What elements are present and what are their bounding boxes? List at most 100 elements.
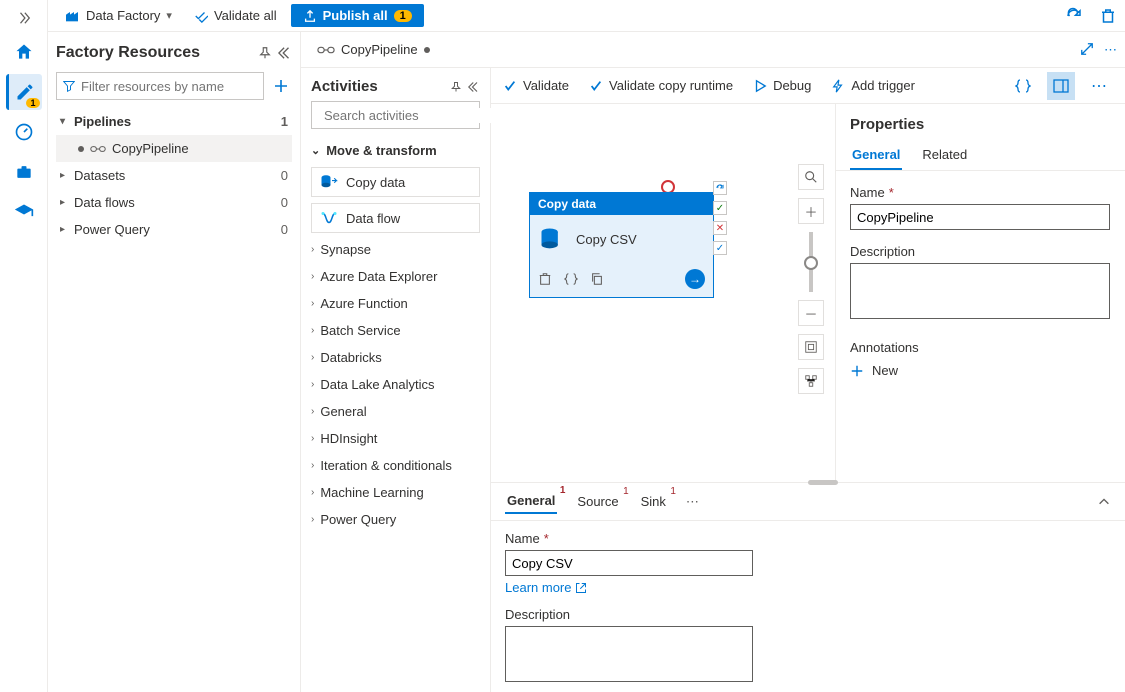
refresh-button[interactable]: [1065, 7, 1083, 25]
detail-name-input[interactable]: [505, 550, 753, 576]
add-resource-button[interactable]: [270, 72, 292, 100]
nav-home[interactable]: [6, 34, 42, 70]
layout-icon: [804, 374, 818, 388]
expand-tab-button[interactable]: [1080, 42, 1094, 58]
validate-copy-runtime-button[interactable]: Validate copy runtime: [589, 78, 733, 93]
tab-copypipeline[interactable]: CopyPipeline: [309, 38, 438, 61]
node-pin-skip[interactable]: ✓: [713, 241, 727, 255]
zoom-autolayout-button[interactable]: [798, 368, 824, 394]
node-pin-fail[interactable]: ✕: [713, 221, 727, 235]
activity-category[interactable]: ›Power Query: [301, 506, 490, 533]
zoom-out-button[interactable]: －: [798, 300, 824, 326]
nav-learn[interactable]: [6, 194, 42, 230]
tree-label: Pipelines: [74, 114, 131, 129]
node-output-handle[interactable]: →: [685, 269, 705, 289]
activity-category[interactable]: ›Batch Service: [301, 317, 490, 344]
properties-tab-general[interactable]: General: [850, 141, 902, 170]
tree-node-copypipeline[interactable]: CopyPipeline: [56, 135, 292, 162]
nav-author[interactable]: 1: [6, 74, 42, 110]
pipeline-icon: [90, 142, 106, 156]
detail-tab-sink[interactable]: Sink1: [639, 490, 668, 513]
activity-category[interactable]: ›Iteration & conditionals: [301, 452, 490, 479]
factory-resources-title: Factory Resources: [56, 44, 252, 62]
properties-panel-icon: [1053, 78, 1069, 94]
expand-diagonal-icon: [1080, 42, 1094, 56]
tab-more-button[interactable]: ⋯: [1104, 42, 1117, 58]
pipeline-canvas[interactable]: ✓ ✕ ✓ Copy data Copy CS: [491, 104, 835, 482]
validate-button[interactable]: Validate: [503, 78, 569, 93]
detail-desc-input[interactable]: [505, 626, 753, 682]
zoom-search-button[interactable]: [798, 164, 824, 190]
activity-category[interactable]: ›Data Lake Analytics: [301, 371, 490, 398]
canvas-more-button[interactable]: ⋯: [1085, 72, 1113, 100]
database-icon: [538, 225, 566, 253]
node-clone-button[interactable]: [590, 272, 604, 286]
prop-desc-input[interactable]: [850, 263, 1110, 319]
activity-data-flow[interactable]: Data flow: [311, 203, 480, 233]
activity-category[interactable]: ›Databricks: [301, 344, 490, 371]
data-flow-icon: [320, 209, 338, 227]
filter-resources-input-wrap[interactable]: [56, 72, 264, 100]
split-handle[interactable]: [808, 480, 838, 485]
validate-all-button[interactable]: Validate all: [184, 4, 287, 27]
tree-node-pipelines[interactable]: ▾ Pipelines 1: [56, 108, 292, 135]
activity-category[interactable]: ›Azure Data Explorer: [301, 263, 490, 290]
activity-category[interactable]: ›General: [301, 398, 490, 425]
tree-node-powerquery[interactable]: ▸ Power Query 0: [56, 216, 292, 243]
canvas-node-copy-csv[interactable]: ✓ ✕ ✓ Copy data Copy CS: [529, 192, 714, 298]
properties-tab-related[interactable]: Related: [920, 141, 969, 170]
search-activities-input[interactable]: [324, 108, 500, 123]
search-activities-wrap[interactable]: [311, 101, 480, 129]
nav-manage[interactable]: [6, 154, 42, 190]
zoom-slider[interactable]: [809, 232, 813, 292]
add-annotation-button[interactable]: New: [850, 363, 1111, 378]
activity-category[interactable]: ›Synapse: [301, 236, 490, 263]
add-trigger-button[interactable]: Add trigger: [831, 78, 915, 93]
detail-collapse-button[interactable]: [1097, 495, 1111, 509]
nav-monitor[interactable]: [6, 114, 42, 150]
collapse-panel-button[interactable]: [278, 46, 292, 60]
prop-name-input[interactable]: [850, 204, 1110, 230]
zoom-slider-knob[interactable]: [804, 256, 818, 270]
activities-section-move-transform[interactable]: ⌄ Move & transform: [301, 137, 490, 164]
pin-icon[interactable]: [258, 46, 272, 60]
activity-category[interactable]: ›Machine Learning: [301, 479, 490, 506]
pin-icon[interactable]: [450, 81, 462, 93]
detail-desc-label: Description: [505, 607, 570, 622]
properties-toggle-button[interactable]: [1047, 72, 1075, 100]
activity-category[interactable]: ›Azure Function: [301, 290, 490, 317]
factory-icon: [64, 8, 80, 24]
node-name: Copy CSV: [576, 232, 637, 247]
detail-tab-general[interactable]: General1: [505, 489, 557, 514]
factory-resources-panel: Factory Resources: [48, 32, 301, 692]
node-pin-success[interactable]: ✓: [713, 201, 727, 215]
more-icon: ⋯: [1091, 76, 1107, 96]
detail-tabs-more[interactable]: ⋯: [686, 494, 699, 510]
publish-all-button[interactable]: Publish all 1: [291, 4, 424, 27]
zoom-fit-button[interactable]: [798, 334, 824, 360]
left-nav-rail: 1: [0, 0, 48, 692]
tree-node-datasets[interactable]: ▸ Datasets 0: [56, 162, 292, 189]
zoom-in-button[interactable]: ＋: [798, 198, 824, 224]
dirty-dot-icon: [78, 146, 84, 152]
fit-screen-icon: [804, 340, 818, 354]
collapse-activities-button[interactable]: [468, 81, 480, 93]
expand-rail-button[interactable]: [6, 6, 42, 30]
discard-button[interactable]: [1099, 7, 1117, 25]
tree-node-dataflows[interactable]: ▸ Data flows 0: [56, 189, 292, 216]
data-factory-selector[interactable]: Data Factory ▾: [56, 4, 180, 28]
activity-copy-data[interactable]: Copy data: [311, 167, 480, 197]
filter-resources-input[interactable]: [81, 79, 257, 94]
node-delete-button[interactable]: [538, 272, 552, 286]
node-pin-refresh[interactable]: [713, 181, 727, 195]
chevron-down-icon: ▾: [60, 116, 74, 127]
tree-label: CopyPipeline: [112, 141, 189, 156]
code-view-button[interactable]: [1009, 72, 1037, 100]
node-code-button[interactable]: [564, 272, 578, 286]
debug-button[interactable]: Debug: [753, 78, 811, 93]
detail-tab-source[interactable]: Source1: [575, 490, 620, 513]
activity-category[interactable]: ›HDInsight: [301, 425, 490, 452]
learn-more-link[interactable]: Learn more: [505, 580, 1111, 595]
chevron-double-left-icon: [278, 46, 292, 60]
chevron-right-icon: ▸: [60, 224, 74, 235]
